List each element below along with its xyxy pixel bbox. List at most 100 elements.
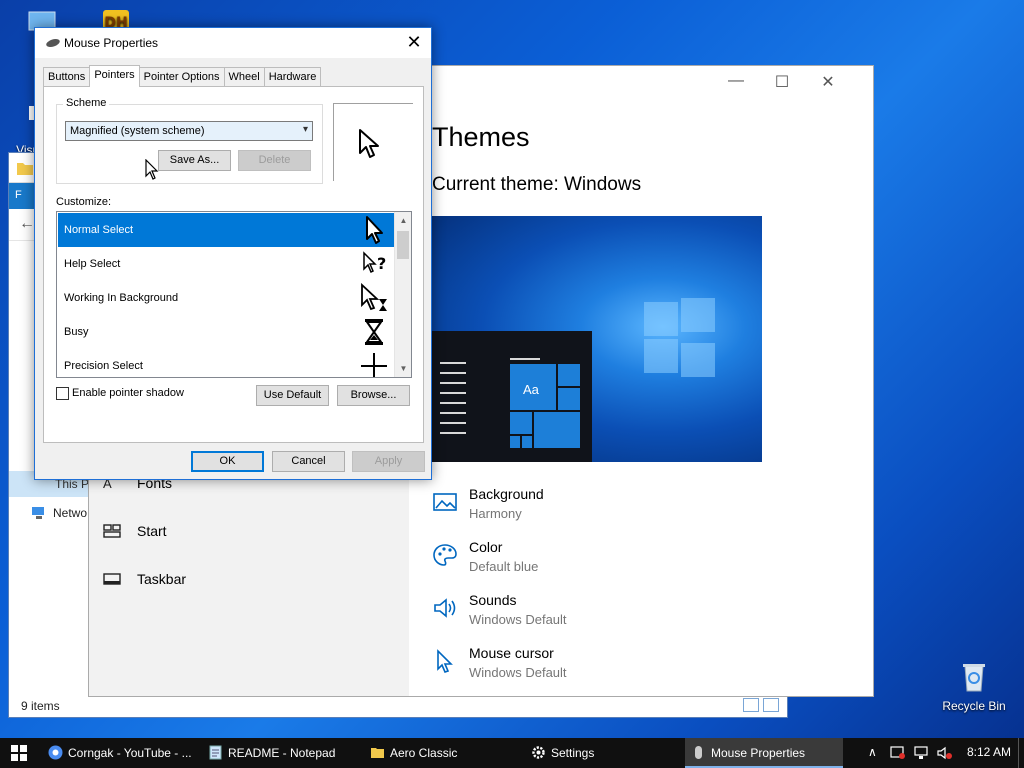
tab-buttons[interactable]: Buttons	[43, 67, 91, 87]
browse-button[interactable]: Browse...	[337, 385, 410, 406]
customize-label: Customize:	[56, 196, 112, 208]
clock[interactable]: 8:12 AM	[967, 745, 1011, 759]
save-as-button[interactable]: Save As...	[158, 150, 231, 171]
cancel-button[interactable]: Cancel	[272, 451, 345, 472]
tab-wheel[interactable]: Wheel	[223, 67, 265, 87]
scroll-thumb[interactable]	[397, 231, 409, 259]
dialog-close-button[interactable]: ✕	[397, 28, 431, 58]
windows-logo-icon	[644, 298, 716, 377]
dialog-tabs: Buttons Pointers Pointer Options Wheel H…	[43, 65, 322, 87]
taskbar-item-youtube[interactable]: Corngak - YouTube - ...	[42, 738, 198, 768]
desktop-icon-recycle-bin[interactable]: Recycle Bin	[938, 660, 1010, 713]
scroll-up-icon[interactable]: ▲	[395, 212, 411, 229]
pointer-list-scrollbar[interactable]: ▲ ▼	[394, 212, 411, 377]
current-theme-label: Current theme: Windows	[432, 174, 642, 195]
list-item-label: Precision Select	[64, 360, 143, 372]
cursor-icon	[437, 649, 453, 673]
working-cursor-icon	[361, 283, 387, 311]
preview-tiles	[509, 363, 585, 451]
windows-logo-icon	[11, 745, 27, 761]
list-item[interactable]: Busy	[58, 315, 395, 349]
nav-item-label: Start	[137, 523, 167, 539]
use-default-button[interactable]: Use Default	[256, 385, 329, 406]
taskbar-item-label: Aero Classic	[390, 746, 458, 760]
nav-item-taskbar[interactable]: Taskbar	[103, 564, 186, 594]
hourglass-icon	[365, 319, 383, 345]
tray-chevron-up-icon[interactable]: ∧	[868, 745, 877, 759]
tray-volume-muted-icon[interactable]	[937, 746, 953, 760]
pointer-shadow-label: Enable pointer shadow	[72, 387, 184, 399]
tab-pointer-options[interactable]: Pointer Options	[138, 67, 225, 87]
tab-pointers[interactable]: Pointers	[89, 65, 140, 87]
crosshair-icon	[361, 353, 387, 377]
dialog-title: Mouse Properties	[64, 36, 159, 50]
show-desktop-button[interactable]	[1018, 738, 1024, 768]
minimize-button[interactable]: —	[713, 72, 759, 90]
prop-value: Windows Default	[469, 665, 567, 680]
mouse-properties-dialog: Mouse Properties ✕ Buttons Pointers Poin…	[34, 27, 432, 480]
theme-prop-background[interactable]: Background Harmony	[432, 486, 732, 526]
close-button[interactable]: ✕	[805, 72, 851, 92]
prop-title: Mouse cursor	[469, 645, 554, 661]
list-item[interactable]: Normal Select	[58, 213, 395, 247]
picture-icon	[433, 493, 457, 511]
preview-header-line	[510, 358, 540, 360]
folder-icon	[17, 163, 33, 175]
arrow-cursor-icon	[359, 129, 379, 158]
taskbar-item-label: Mouse Properties	[711, 746, 806, 760]
start-button[interactable]	[0, 738, 40, 768]
nav-pane-item-network[interactable]: Netwo	[31, 505, 89, 525]
list-item[interactable]: Help Select ?	[58, 247, 395, 281]
taskbar-item-notepad[interactable]: README - Notepad	[202, 738, 360, 768]
svg-text:?: ?	[377, 254, 386, 273]
list-item[interactable]: Working In Background	[58, 281, 395, 315]
help-cursor-icon: ?	[363, 251, 386, 274]
theme-preview: Aa	[432, 216, 762, 462]
taskbar: Corngak - YouTube - ... README - Notepad…	[0, 738, 1024, 768]
scheme-dropdown[interactable]: Magnified (system scheme) ▾	[65, 121, 313, 141]
explorer-file-tab[interactable]: F	[9, 183, 35, 209]
recycle-bin-icon	[963, 664, 985, 692]
chrome-icon	[48, 745, 63, 760]
maximize-button[interactable]: ☐	[759, 72, 805, 92]
theme-prop-sounds[interactable]: Sounds Windows Default	[432, 592, 732, 632]
pointer-preview-box	[333, 103, 413, 181]
start-icon	[103, 524, 121, 538]
scheme-selected-value: Magnified (system scheme)	[70, 125, 205, 137]
prop-value: Windows Default	[469, 612, 567, 627]
list-item[interactable]: Precision Select	[58, 349, 395, 377]
ok-button[interactable]: OK	[191, 451, 264, 472]
dialog-title-bar[interactable]: Mouse Properties ✕	[35, 28, 431, 58]
network-icon	[32, 507, 44, 519]
nav-item-start[interactable]: Start	[103, 516, 167, 546]
delete-button: Delete	[238, 150, 311, 171]
list-item-label: Normal Select	[64, 224, 134, 236]
prop-title: Background	[469, 486, 544, 502]
palette-icon	[433, 544, 457, 566]
taskbar-item-mouse-properties[interactable]: Mouse Properties	[685, 738, 843, 768]
back-arrow-icon[interactable]: ←	[19, 215, 35, 233]
list-item-label: Busy	[64, 326, 89, 338]
tray-security-icon[interactable]	[890, 746, 906, 760]
scheme-group: Scheme	[56, 97, 323, 184]
item-count: 9 items	[21, 699, 60, 713]
tiles-view-icon[interactable]	[763, 698, 779, 712]
taskbar-item-settings[interactable]: Settings	[525, 738, 681, 768]
chevron-down-icon: ▾	[302, 124, 308, 135]
tray-network-icon[interactable]	[914, 746, 930, 760]
prop-value: Harmony	[469, 506, 522, 521]
details-view-icon[interactable]	[743, 698, 759, 712]
scroll-down-icon[interactable]: ▼	[395, 360, 411, 377]
speaker-icon	[434, 598, 456, 618]
mouse-icon	[46, 39, 60, 47]
tab-hardware[interactable]: Hardware	[263, 67, 322, 87]
view-buttons	[743, 698, 783, 714]
pointer-shadow-checkbox[interactable]	[56, 387, 69, 400]
taskbar-item-aero-classic[interactable]: Aero Classic	[364, 738, 522, 768]
notepad-icon	[209, 745, 222, 760]
pointer-list[interactable]: Normal Select Help Select ? Working In B…	[56, 211, 412, 378]
theme-prop-color[interactable]: Color Default blue	[432, 539, 732, 579]
mouse-pointer-icon	[145, 159, 159, 180]
list-item-label: Help Select	[64, 258, 121, 270]
theme-prop-mouse-cursor[interactable]: Mouse cursor Windows Default	[432, 645, 732, 685]
